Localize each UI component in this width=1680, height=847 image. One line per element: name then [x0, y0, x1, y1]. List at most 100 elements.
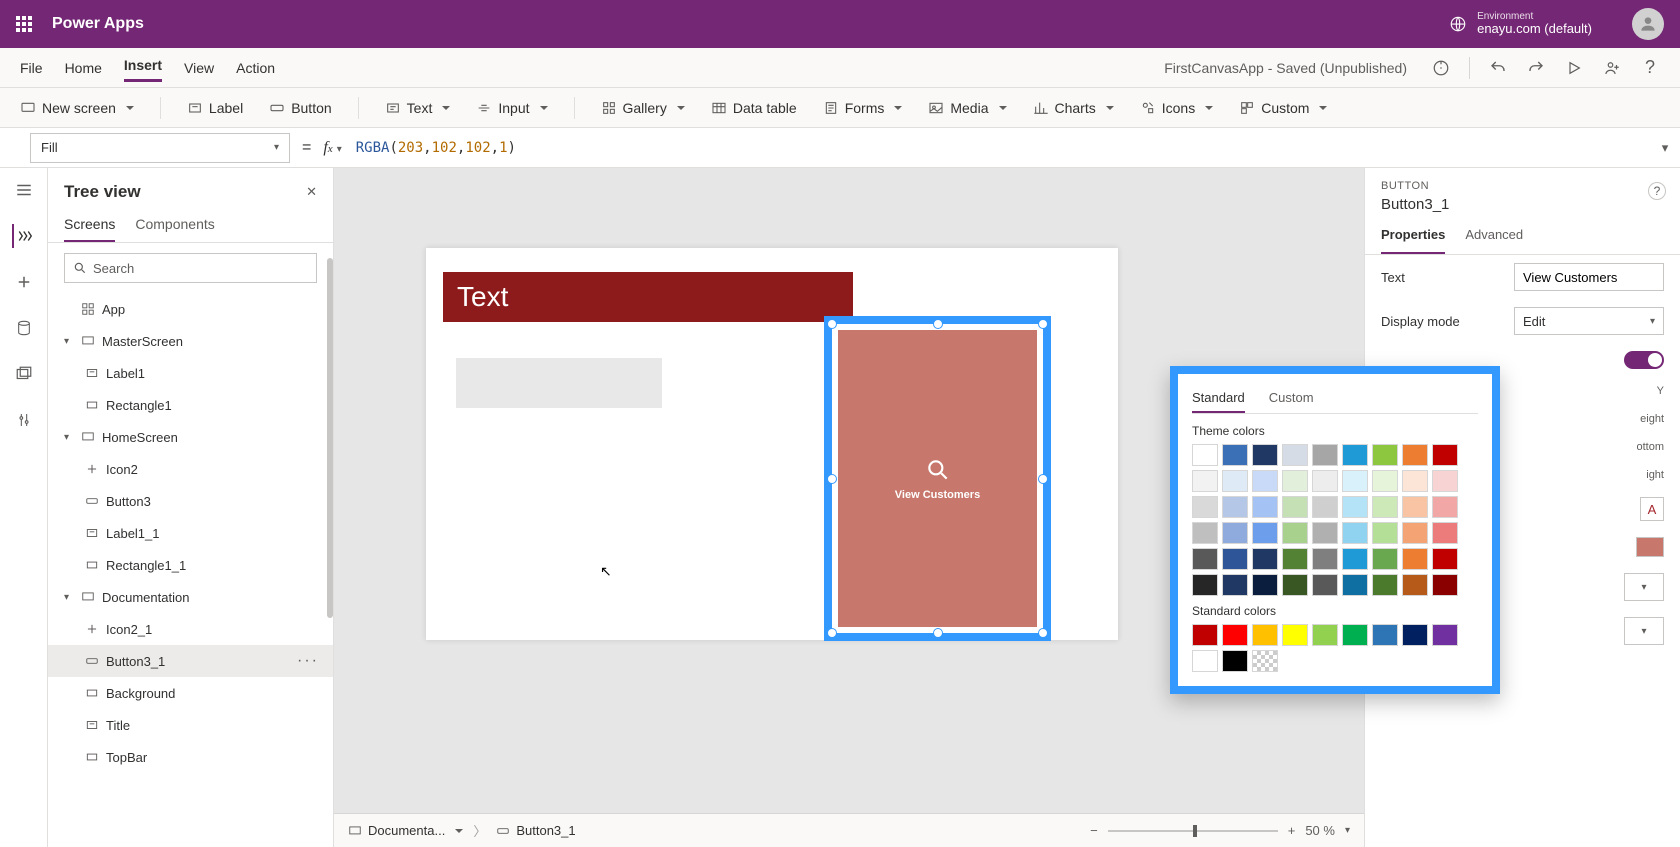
- zoom-control[interactable]: − + 50 % ▾: [1090, 823, 1350, 838]
- color-swatch[interactable]: [1222, 624, 1248, 646]
- fill-swatch[interactable]: [1636, 537, 1664, 557]
- tree-node[interactable]: Rectangle1_1: [48, 549, 333, 581]
- color-swatch[interactable]: [1402, 470, 1428, 492]
- zoom-out-icon[interactable]: −: [1090, 823, 1098, 838]
- color-swatch[interactable]: [1372, 444, 1398, 466]
- rail-hamburger-icon[interactable]: [12, 178, 36, 202]
- color-swatch[interactable]: [1192, 470, 1218, 492]
- color-swatch[interactable]: [1282, 496, 1308, 518]
- resize-handle[interactable]: [827, 628, 837, 638]
- color-swatch[interactable]: [1432, 496, 1458, 518]
- label-button[interactable]: Label: [187, 100, 243, 116]
- color-swatch[interactable]: [1312, 574, 1338, 596]
- tree-node[interactable]: Label1: [48, 357, 333, 389]
- tab-advanced[interactable]: Advanced: [1465, 217, 1523, 254]
- color-swatch[interactable]: [1312, 496, 1338, 518]
- color-swatch[interactable]: [1192, 522, 1218, 544]
- color-swatch[interactable]: [1252, 444, 1278, 466]
- resize-handle[interactable]: [1038, 319, 1048, 329]
- font-color-icon[interactable]: A: [1640, 497, 1664, 521]
- tree-node[interactable]: ▾Documentation: [48, 581, 333, 613]
- color-swatch[interactable]: [1192, 548, 1218, 570]
- color-swatch[interactable]: [1342, 444, 1368, 466]
- color-swatch[interactable]: [1282, 624, 1308, 646]
- color-swatch[interactable]: [1252, 548, 1278, 570]
- tab-properties[interactable]: Properties: [1381, 217, 1445, 254]
- zoom-slider[interactable]: [1108, 830, 1278, 832]
- color-swatch[interactable]: [1372, 574, 1398, 596]
- formula-input[interactable]: RGBA(203, 102, 102, 1): [346, 133, 1650, 163]
- selected-button[interactable]: View Customers: [824, 316, 1051, 641]
- picker-tab-standard[interactable]: Standard: [1192, 384, 1245, 413]
- color-swatch[interactable]: [1372, 496, 1398, 518]
- prop-text-input[interactable]: [1514, 263, 1664, 291]
- color-swatch[interactable]: [1252, 496, 1278, 518]
- menu-view[interactable]: View: [184, 56, 214, 80]
- resize-handle[interactable]: [1038, 474, 1048, 484]
- color-swatch[interactable]: [1282, 470, 1308, 492]
- resize-handle[interactable]: [933, 319, 943, 329]
- rail-media-icon[interactable]: [12, 362, 36, 386]
- resize-handle[interactable]: [1038, 628, 1048, 638]
- menu-file[interactable]: File: [20, 56, 43, 80]
- prop-mode-dropdown[interactable]: Edit▾: [1514, 307, 1664, 335]
- scrollbar[interactable]: [327, 258, 333, 618]
- color-swatch[interactable]: [1222, 496, 1248, 518]
- color-swatch[interactable]: [1372, 624, 1398, 646]
- rail-data-icon[interactable]: [12, 316, 36, 340]
- chevron-down-icon[interactable]: ▾: [1345, 825, 1350, 836]
- color-swatch[interactable]: [1372, 470, 1398, 492]
- color-swatch[interactable]: [1252, 522, 1278, 544]
- color-swatch[interactable]: [1252, 470, 1278, 492]
- color-swatch[interactable]: [1402, 574, 1428, 596]
- color-swatch[interactable]: [1402, 522, 1428, 544]
- resize-handle[interactable]: [827, 319, 837, 329]
- color-swatch[interactable]: [1432, 522, 1458, 544]
- more-icon[interactable]: ···: [297, 652, 319, 670]
- tree-node[interactable]: Title: [48, 709, 333, 741]
- color-swatch[interactable]: [1342, 624, 1368, 646]
- tree-node[interactable]: TopBar: [48, 741, 333, 773]
- color-swatch[interactable]: [1192, 444, 1218, 466]
- color-swatch[interactable]: [1312, 470, 1338, 492]
- color-swatch[interactable]: [1342, 470, 1368, 492]
- help-icon[interactable]: ?: [1640, 58, 1660, 78]
- color-swatch[interactable]: [1282, 574, 1308, 596]
- color-swatch[interactable]: [1252, 574, 1278, 596]
- crumb-screen[interactable]: Documenta...: [348, 823, 463, 838]
- color-swatch[interactable]: [1222, 522, 1248, 544]
- menu-insert[interactable]: Insert: [124, 53, 162, 82]
- color-swatch[interactable]: [1282, 548, 1308, 570]
- tree-node[interactable]: Icon2_1: [48, 613, 333, 645]
- tree-node[interactable]: Button3_1···: [48, 645, 333, 677]
- tree-node[interactable]: Background: [48, 677, 333, 709]
- datatable-button[interactable]: Data table: [711, 100, 797, 116]
- color-swatch[interactable]: [1282, 444, 1308, 466]
- banner-label[interactable]: Text: [443, 272, 853, 322]
- color-swatch[interactable]: [1312, 548, 1338, 570]
- play-icon[interactable]: [1564, 58, 1584, 78]
- color-swatch[interactable]: [1192, 624, 1218, 646]
- tree-node[interactable]: App: [48, 293, 333, 325]
- color-swatch[interactable]: [1222, 650, 1248, 672]
- color-swatch[interactable]: [1222, 470, 1248, 492]
- rail-insert-icon[interactable]: [12, 270, 36, 294]
- prop-dropdown[interactable]: ▾: [1624, 617, 1664, 645]
- color-swatch[interactable]: [1432, 444, 1458, 466]
- new-screen-button[interactable]: New screen: [20, 100, 134, 116]
- color-swatch[interactable]: [1402, 548, 1428, 570]
- crumb-control[interactable]: Button3_1: [496, 823, 575, 838]
- color-swatch[interactable]: [1312, 522, 1338, 544]
- custom-dropdown[interactable]: Custom: [1239, 100, 1327, 116]
- color-swatch[interactable]: [1402, 496, 1428, 518]
- color-swatch[interactable]: [1192, 496, 1218, 518]
- zoom-in-icon[interactable]: +: [1288, 823, 1296, 838]
- color-swatch[interactable]: [1312, 624, 1338, 646]
- text-dropdown[interactable]: Text: [385, 100, 451, 116]
- environment-picker[interactable]: Environment enayu.com (default): [1449, 11, 1592, 36]
- app-checker-icon[interactable]: [1431, 58, 1451, 78]
- tree-node[interactable]: Label1_1: [48, 517, 333, 549]
- fx-icon[interactable]: fx ▾: [323, 139, 341, 157]
- color-swatch[interactable]: [1342, 548, 1368, 570]
- input-dropdown[interactable]: Input: [476, 100, 547, 116]
